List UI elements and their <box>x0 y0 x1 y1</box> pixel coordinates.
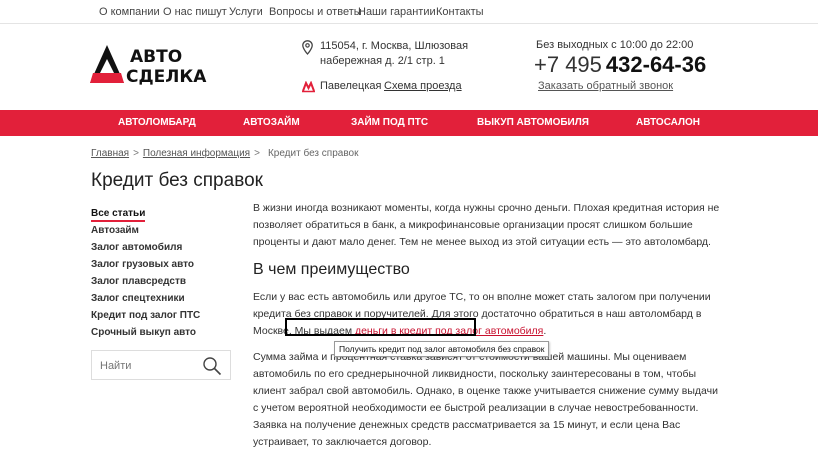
logo-icon: АВТО СДЕЛКА <box>90 45 207 87</box>
top-menu: О компании О нас пишут Услуги Вопросы и … <box>0 0 818 24</box>
sidebar-item-autoloan[interactable]: Автозайм <box>91 224 241 241</box>
callback-link[interactable]: Заказать обратный звонок <box>538 80 673 92</box>
metro-icon <box>302 80 315 98</box>
top-menu-faq[interactable]: Вопросы и ответы <box>269 6 362 18</box>
breadcrumb: Главная > Полезная информация > Кредит без с… <box>91 148 358 159</box>
phone-number[interactable]: +7 495 432-64-36 <box>534 52 706 78</box>
working-hours: Без выходных с 10:00 до 22:00 <box>536 39 694 51</box>
breadcrumb-separator: > <box>254 148 260 159</box>
sidebar-item-special-pledge[interactable]: Залог спецтехники <box>91 292 241 309</box>
map-pin-icon <box>302 40 313 60</box>
main-nav: АВТОЛОМБАРД АВТОЗАЙМ ЗАЙМ ПОД ПТС ВЫКУП … <box>0 110 818 136</box>
nav-item-showroom[interactable]: АВТОСАЛОН <box>636 117 700 128</box>
search-input[interactable] <box>100 358 200 374</box>
phone-main: 432-64-36 <box>605 52 707 77</box>
top-menu-contacts[interactable]: Контакты <box>436 6 484 18</box>
logo-line1: АВТО <box>130 47 182 67</box>
site-logo[interactable]: АВТО СДЕЛКА <box>90 45 240 87</box>
article-paragraph-1: В жизни иногда возникают моменты, когда … <box>253 202 720 248</box>
link-tooltip: Получить кредит под залог автомобиля без… <box>334 341 550 357</box>
page-title: Кредит без справок <box>91 170 263 191</box>
nav-item-pts-loan[interactable]: ЗАЙМ ПОД ПТС <box>351 117 428 128</box>
nav-item-buyout[interactable]: ВЫКУП АВТОМОБИЛЯ <box>477 117 589 128</box>
sidebar-item-label: Все статьи <box>91 208 146 222</box>
logo-line2: СДЕЛКА <box>126 67 207 85</box>
article-paragraph-3: Сумма займа и процентная ставка зависят … <box>253 351 718 448</box>
metro-station: Павелецкая <box>320 80 382 92</box>
breadcrumb-home[interactable]: Главная <box>91 148 129 159</box>
top-menu-press[interactable]: О нас пишут <box>163 6 227 18</box>
sidebar-item-truck-pledge[interactable]: Залог грузовых авто <box>91 258 241 275</box>
address-line1: 115054, г. Москва, Шлюзовая <box>320 40 469 52</box>
top-menu-services[interactable]: Услуги <box>229 6 263 18</box>
address-line2: набережная д. 2/1 стр. 1 <box>320 55 445 67</box>
nav-item-pawnshop[interactable]: АВТОЛОМБАРД <box>118 117 196 128</box>
breadcrumb-section[interactable]: Полезная информация <box>143 148 250 159</box>
top-menu-about[interactable]: О компании <box>99 6 160 18</box>
search-icon[interactable] <box>202 356 222 381</box>
sidebar-item-urgent-buyout[interactable]: Срочный выкуп авто <box>91 326 241 343</box>
breadcrumb-current: Кредит без справок <box>267 148 359 159</box>
paragraph-text: . <box>543 325 547 337</box>
sidebar-item-all-articles[interactable]: Все статьи <box>91 207 241 224</box>
sidebar-item-boat-pledge[interactable]: Залог плавсредств <box>91 275 241 292</box>
sidebar: Все статьи Автозайм Залог автомобиля Зал… <box>91 207 241 343</box>
article-subheading: В чем преимущество <box>253 261 410 278</box>
address: 115054, г. Москва, Шлюзовая набережная д… <box>320 39 490 69</box>
route-map-link[interactable]: Схема проезда <box>384 80 462 92</box>
search-box <box>91 350 231 380</box>
sidebar-item-pts-credit[interactable]: Кредит под залог ПТС <box>91 309 241 326</box>
top-menu-guarantees[interactable]: Наши гарантии <box>358 6 436 18</box>
breadcrumb-separator: > <box>133 148 139 159</box>
link-highlight-box <box>285 318 476 336</box>
sidebar-item-car-pledge[interactable]: Залог автомобиля <box>91 241 241 258</box>
phone-code: +7 495 <box>534 52 602 77</box>
nav-item-autoloan[interactable]: АВТОЗАЙМ <box>243 117 300 128</box>
